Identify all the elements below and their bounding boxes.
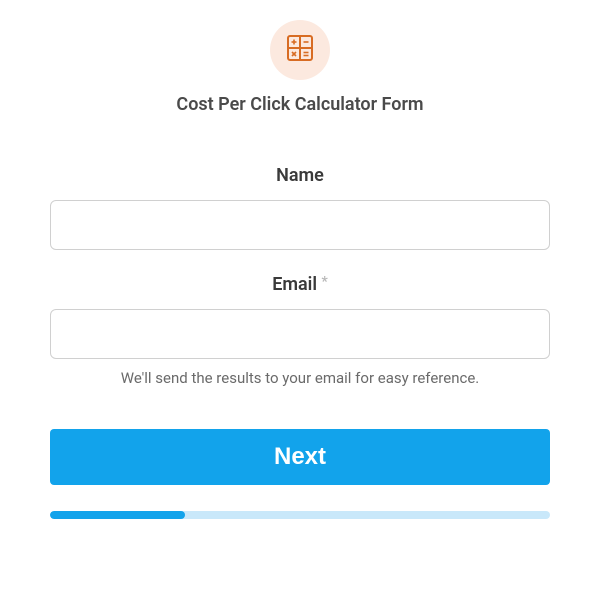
name-input[interactable] bbox=[50, 200, 550, 250]
email-label: Email * bbox=[50, 274, 550, 295]
email-input[interactable] bbox=[50, 309, 550, 359]
email-label-text: Email bbox=[272, 274, 317, 295]
progress-bar bbox=[50, 511, 550, 519]
name-field-group: Name bbox=[50, 165, 550, 250]
form-icon-circle bbox=[270, 20, 330, 80]
next-button[interactable]: Next bbox=[50, 429, 550, 485]
progress-fill bbox=[50, 511, 185, 519]
email-field-group: Email * We'll send the results to your e… bbox=[50, 274, 550, 387]
name-label: Name bbox=[50, 165, 550, 186]
email-helper-text: We'll send the results to your email for… bbox=[50, 369, 550, 387]
required-indicator: * bbox=[322, 274, 328, 290]
calculator-icon bbox=[285, 33, 315, 67]
form-title: Cost Per Click Calculator Form bbox=[176, 94, 423, 115]
